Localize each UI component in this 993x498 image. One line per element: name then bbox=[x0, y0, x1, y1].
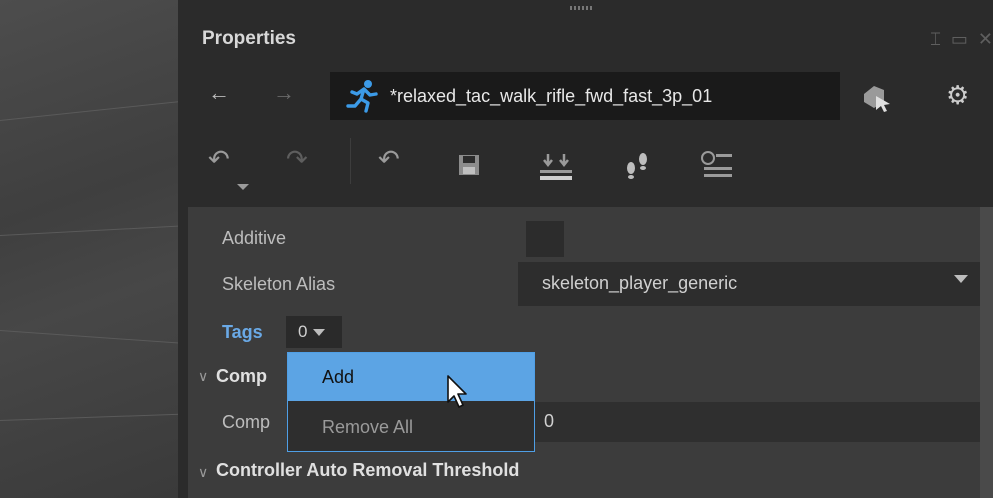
arrow-left-icon[interactable]: ← bbox=[208, 80, 230, 106]
tags-dropdown-button[interactable]: 0 bbox=[286, 316, 342, 348]
asset-nav-row: ← → *relaxed_tac_walk_rifle_fwd_fast_3p_… bbox=[178, 72, 993, 122]
running-figure-icon bbox=[346, 80, 378, 113]
asset-name: *relaxed_tac_walk_rifle_fwd_fast_3p_01 bbox=[390, 85, 713, 106]
save-icon[interactable] bbox=[458, 154, 480, 176]
chevron-down-icon bbox=[313, 328, 326, 336]
numeric-field[interactable]: 0 bbox=[528, 402, 980, 442]
chevron-down-icon[interactable] bbox=[236, 182, 250, 192]
window-controls: ⌶ ▭ ✕ bbox=[930, 30, 993, 48]
close-icon[interactable]: ✕ bbox=[978, 30, 993, 48]
skeleton-alias-value: skeleton_player_generic bbox=[542, 273, 738, 293]
field-value: 0 bbox=[544, 411, 555, 431]
footsteps-icon[interactable] bbox=[622, 150, 652, 180]
maximize-icon[interactable]: ▭ bbox=[951, 30, 968, 48]
toolbar-separator bbox=[350, 138, 351, 184]
settings-icon[interactable]: ⚙ bbox=[946, 80, 969, 111]
select-asset-icon[interactable] bbox=[860, 80, 894, 114]
skeleton-alias-label: Skeleton Alias bbox=[222, 274, 336, 294]
asset-name-field[interactable]: *relaxed_tac_walk_rifle_fwd_fast_3p_01 bbox=[330, 72, 840, 120]
tags-context-menu: Add Remove All bbox=[287, 352, 535, 452]
import-icon[interactable] bbox=[538, 152, 574, 182]
panel-drag-grip[interactable] bbox=[570, 6, 594, 10]
menu-item-label: Remove All bbox=[322, 417, 414, 437]
menu-item-add[interactable]: Add bbox=[288, 353, 534, 401]
dock-icon[interactable]: ⌶ bbox=[930, 30, 941, 48]
scrollbar-thumb[interactable] bbox=[980, 207, 993, 498]
search-list-icon[interactable] bbox=[698, 150, 734, 180]
section-header[interactable]: Comp bbox=[216, 366, 267, 387]
undo-dropdown-icon[interactable]: ↶ bbox=[208, 144, 230, 175]
section-collapse-icon[interactable]: ∨ bbox=[198, 464, 208, 481]
section-header-controller-auto-removal[interactable]: Controller Auto Removal Threshold bbox=[216, 460, 519, 481]
scene-viewport bbox=[0, 0, 190, 498]
panel-title: Properties bbox=[202, 28, 296, 49]
section-collapse-icon[interactable]: ∨ bbox=[198, 368, 208, 385]
menu-item-label: Add bbox=[322, 367, 355, 387]
mouse-pointer-icon bbox=[447, 375, 467, 408]
toolbar: ↶ ↷ ↶ bbox=[178, 138, 993, 194]
tags-label: Tags bbox=[222, 322, 263, 342]
tags-count: 0 bbox=[298, 322, 308, 341]
arrow-right-icon[interactable]: → bbox=[273, 80, 295, 106]
additive-checkbox[interactable] bbox=[526, 221, 564, 257]
menu-item-remove-all[interactable]: Remove All bbox=[288, 403, 534, 451]
redo-icon[interactable]: ↷ bbox=[286, 144, 308, 175]
field-label: Comp bbox=[222, 412, 271, 432]
properties-panel: Properties ⌶ ▭ ✕ ← → *relaxed_tac_walk_r… bbox=[178, 0, 993, 498]
chevron-down-icon bbox=[954, 275, 968, 283]
revert-icon[interactable]: ↶ bbox=[378, 144, 400, 175]
skeleton-alias-dropdown[interactable]: skeleton_player_generic bbox=[518, 262, 980, 306]
additive-label: Additive bbox=[222, 228, 287, 248]
